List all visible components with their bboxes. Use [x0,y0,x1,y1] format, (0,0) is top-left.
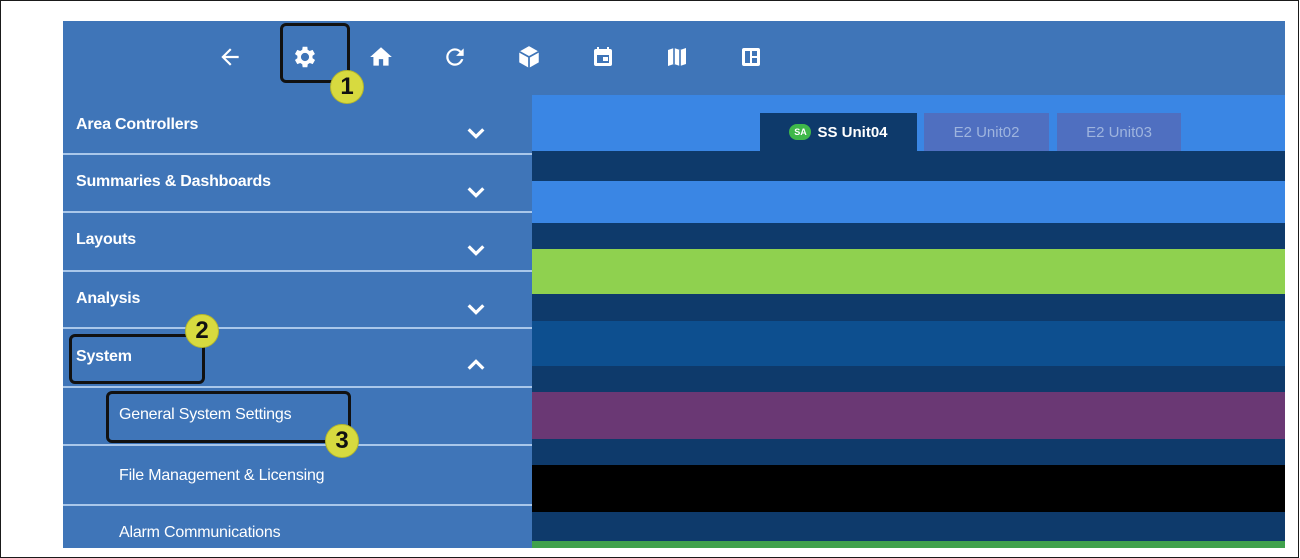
chevron-up-icon[interactable] [465,354,487,376]
sidebar: Area Controllers Summaries & Dashboards … [63,95,532,548]
chevron-down-icon[interactable] [465,122,487,144]
highlight-box-general-settings [106,391,351,443]
unit-tab-bar: SA SS Unit04 E2 Unit02 E2 Unit03 [532,95,1285,151]
step-marker-2: 2 [185,314,219,348]
sidebar-item-label: Layouts [76,231,136,248]
sidebar-subitem-alarm-communications[interactable]: Alarm Communications [63,506,532,548]
chevron-down-icon[interactable] [465,298,487,320]
cube-icon[interactable] [511,39,547,75]
status-badge: SA [789,124,812,140]
tab-label: SS Unit04 [817,123,888,141]
status-band [532,465,1285,512]
step-marker-1: 1 [330,70,364,104]
layout-icon[interactable] [733,39,769,75]
tab-label: E2 Unit03 [1086,123,1152,141]
status-band [532,249,1285,294]
sidebar-subitem-file-management-licensing[interactable]: File Management & Licensing [63,446,532,506]
tab-e2-unit03[interactable]: E2 Unit03 [1057,113,1181,151]
sidebar-item-layouts[interactable]: Layouts [63,213,532,272]
sidebar-subitem-label: File Management & Licensing [119,467,325,484]
refresh-icon[interactable] [437,39,473,75]
calendar-icon[interactable] [585,39,621,75]
back-arrow-icon[interactable] [212,39,248,75]
home-icon[interactable] [363,39,399,75]
sidebar-item-label: Analysis [76,290,141,307]
tab-e2-unit02[interactable]: E2 Unit02 [924,113,1049,151]
status-band [532,321,1285,366]
sidebar-item-area-controllers[interactable]: Area Controllers [63,95,532,155]
sidebar-item-label: Area Controllers [76,116,199,133]
sidebar-subitem-label: Alarm Communications [119,524,281,541]
main-panel: SA SS Unit04 E2 Unit02 E2 Unit03 [532,95,1285,548]
top-toolbar [63,21,1285,95]
chevron-down-icon[interactable] [465,239,487,261]
sidebar-item-label: Summaries & Dashboards [76,173,271,190]
status-band [532,181,1285,223]
map-icon[interactable] [659,39,695,75]
sidebar-item-analysis[interactable]: Analysis [63,272,532,329]
sidebar-item-summaries-dashboards[interactable]: Summaries & Dashboards [63,155,532,213]
tab-ss-unit04[interactable]: SA SS Unit04 [760,113,917,151]
tab-label: E2 Unit02 [953,123,1020,141]
app-screen: Area Controllers Summaries & Dashboards … [63,21,1285,548]
step-marker-3: 3 [325,424,359,458]
chevron-down-icon[interactable] [465,181,487,203]
highlight-box-system [69,334,205,384]
status-band [532,392,1285,439]
status-band [532,541,1285,548]
